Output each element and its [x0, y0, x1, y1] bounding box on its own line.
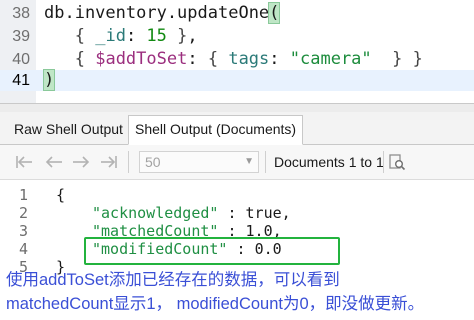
line-number: 1 [18, 186, 28, 204]
matching-paren: ( [268, 2, 281, 24]
page-size-value: 50 [145, 154, 161, 170]
line-number: 4 [18, 240, 28, 258]
output-toolbar: 50 ▼ Documents 1 to 1 [0, 145, 474, 180]
first-page-icon[interactable] [14, 152, 34, 172]
tab-shell-output-documents[interactable]: Shell Output (Documents) [128, 115, 304, 145]
previous-page-icon[interactable] [44, 152, 64, 172]
toolbar-divider [128, 151, 129, 173]
annotation-text: 使用addToSet添加已经存在的数据，可以看到 matchedCount显示1… [6, 268, 472, 316]
code-line[interactable]: { $addToSet: { tags: "camera" } } [44, 49, 423, 70]
field-acknowledged: "acknowledged" : true, [92, 204, 291, 222]
last-page-icon[interactable] [99, 152, 119, 172]
next-page-icon[interactable] [71, 152, 91, 172]
code-line[interactable]: db.inventory.updateOne( [44, 2, 281, 24]
editor-line-39[interactable]: 39 { _id: 15 }, [0, 26, 474, 47]
page-size-select[interactable]: 50 ▼ [139, 151, 259, 173]
toolbar-divider [265, 151, 266, 173]
output-line: 1 { [0, 186, 474, 204]
line-number: 3 [18, 222, 28, 240]
tab-raw-shell-output[interactable]: Raw Shell Output [8, 116, 129, 143]
line-number: 39 [12, 28, 30, 45]
open-brace: { [56, 186, 66, 204]
annotation-line-2: matchedCount显示1， modifiedCount为0，即没做更新。 [6, 295, 425, 313]
line-number: 41 [12, 72, 30, 89]
matching-paren: ) [42, 69, 56, 91]
code-line[interactable]: { _id: 15 }, [44, 26, 198, 47]
output-line: 2 "acknowledged" : true, [0, 204, 474, 222]
annotation-line-1: 使用addToSet添加已经存在的数据，可以看到 [6, 271, 340, 289]
code-line[interactable]: ) [42, 69, 56, 91]
editor-line-40[interactable]: 40 { $addToSet: { tags: "camera" } } [0, 49, 474, 70]
highlight-box [84, 237, 340, 265]
output-tab-bar: Raw Shell Output Shell Output (Documents… [0, 112, 474, 145]
chevron-down-icon: ▼ [244, 156, 254, 167]
editor-line-38[interactable]: 38 db.inventory.updateOne( [0, 2, 474, 24]
line-number: 2 [18, 204, 28, 222]
line-number: 38 [12, 5, 30, 22]
document-range-label: Documents 1 to 1 [274, 154, 384, 170]
toolbar-divider [383, 151, 384, 173]
query-editor[interactable]: 38 db.inventory.updateOne( 39 { _id: 15 … [0, 0, 474, 103]
line-number: 40 [12, 51, 30, 68]
editor-line-41[interactable]: 41 ) [0, 69, 474, 91]
search-document-icon[interactable] [387, 152, 407, 172]
